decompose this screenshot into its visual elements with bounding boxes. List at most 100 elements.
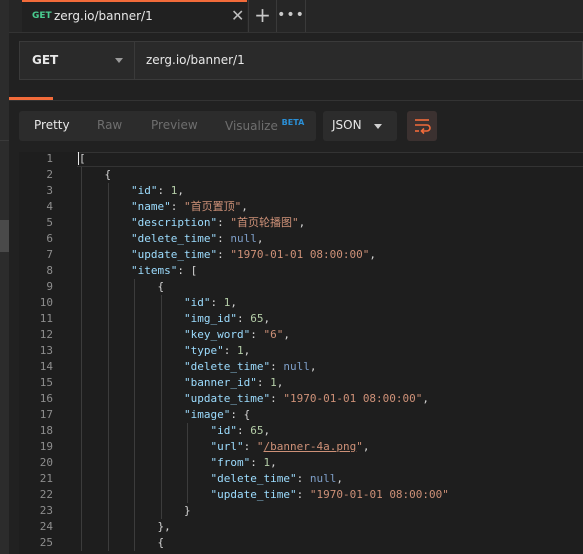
code-line: 8 "items": [ [19,263,583,279]
response-body[interactable]: 1[2{3 "id": 1, 4 "name": "首页置顶", 5 "descripti… [19,152,583,554]
more-options-icon[interactable]: ••• [276,0,306,32]
code-line: 3 "id": 1, [19,183,583,199]
code-token: : [217,232,231,245]
method-select[interactable]: GET [20,42,135,79]
code-token: "id" [131,184,158,197]
line-number: 16 [39,392,53,405]
code-text: "image": { [184,407,250,423]
code-token: }, [157,520,171,533]
tab-visualize[interactable]: Visualize BETA [225,118,304,133]
url-input[interactable]: zerg.io/banner/1 [146,53,245,67]
code-token: : [ [177,264,198,277]
code-token: : [250,328,264,341]
code-text: "delete_time": null, [184,359,316,375]
code-token: "image" [184,408,231,421]
code-text: "id": 65, [211,423,271,439]
tab-bar: GET zerg.io/banner/1 ✕ + ••• [9,0,583,33]
line-number: 6 [46,232,53,245]
code-line: 13 "type": 1, [19,343,583,359]
tab-preview[interactable]: Preview [151,118,198,132]
line-number: 10 [39,296,53,309]
line-number: 25 [39,536,53,549]
code-token: , [241,200,248,213]
code-line: 24}, [19,519,583,535]
code-line: 2{ [19,167,583,183]
code-token: : [236,312,251,325]
code-text: [ [78,152,86,167]
code-token: : [170,200,184,213]
code-token: "update_time" [184,392,271,405]
code-token: 1 [270,376,277,389]
code-line: 7 "update_time": "1970-01-01 08:00:00", [19,247,583,263]
code-line: 9{ [19,279,583,295]
code-token: , [336,472,343,485]
code-text: }, [158,519,171,535]
code-text: "update_time": "1970-01-01 08:00:00", [131,247,376,263]
code-text: "id": 1, [131,183,184,199]
code-line: 1[ [19,152,583,167]
code-text: "key_word": "6", [184,327,290,343]
line-number: 19 [39,440,53,453]
code-token: : [223,344,237,357]
code-token: "delete_time" [131,232,218,245]
tab-title: zerg.io/banner/1 [54,9,153,23]
code-line: 22 "update_time": "1970-01-01 08:00:00" [19,487,583,503]
view-mode-tabs: Pretty Raw Preview Visualize BETA [19,111,316,141]
code-token: : [217,248,231,261]
code-token: 65 [250,312,264,325]
line-number: 21 [39,472,53,485]
line-number: 4 [46,200,53,213]
code-token: "img_id" [184,312,237,325]
code-token: "items" [131,264,178,277]
line-number: 12 [39,328,53,341]
format-select[interactable]: JSON [323,111,397,141]
code-text: { [158,279,165,295]
line-number: 9 [46,280,53,293]
code-token: , [177,184,184,197]
code-token: : [296,472,310,485]
code-token: : [243,440,257,453]
left-panel-scroll-thumb[interactable] [0,220,9,252]
line-number: 15 [39,376,53,389]
code-line: 18 "id": 65, [19,423,583,439]
line-number: 23 [39,504,53,517]
code-line: 25 { [19,535,583,551]
code-line: 6 "delete_time": null, [19,231,583,247]
code-text: "banner_id": 1, [184,375,283,391]
line-number: 20 [39,456,53,469]
response-divider [9,100,583,101]
code-token: : [270,360,284,373]
code-token: , [256,232,264,245]
tab-raw[interactable]: Raw [97,118,122,132]
code-token: { [157,280,165,293]
code-token: , [283,328,290,341]
wrap-lines-button[interactable] [407,111,437,141]
code-token: /banner-4a.png [263,440,357,453]
code-token: , [263,424,271,437]
code-token: "url" [210,440,244,453]
code-token: "delete_time" [184,360,271,373]
code-token: 65 [250,424,264,437]
new-tab-button[interactable]: + [248,0,276,32]
tab-pretty[interactable]: Pretty [34,118,70,132]
code-token: "description" [131,216,218,229]
code-token: "update_time" [210,488,297,501]
close-icon[interactable]: ✕ [231,6,244,25]
code-token: null [283,360,310,373]
request-bar: GET zerg.io/banner/1 [19,41,583,80]
line-number: 3 [46,184,53,197]
line-number: 1 [46,152,53,165]
code-text: "update_time": "1970-01-01 08:00:00", [184,391,429,407]
code-token: "key_word" [184,328,251,341]
code-token: , [309,360,317,373]
left-panel-edge [0,0,9,554]
code-token: , [243,344,251,357]
code-token: , [263,312,271,325]
code-token: "id" [210,424,238,437]
code-token: "banner_id" [184,376,257,389]
code-text: "items": [ [131,263,197,279]
line-number: 5 [46,216,53,229]
code-token: , [230,296,237,309]
request-tab[interactable]: GET zerg.io/banner/1 ✕ [22,0,247,32]
code-text: "img_id": 65, [184,311,270,327]
